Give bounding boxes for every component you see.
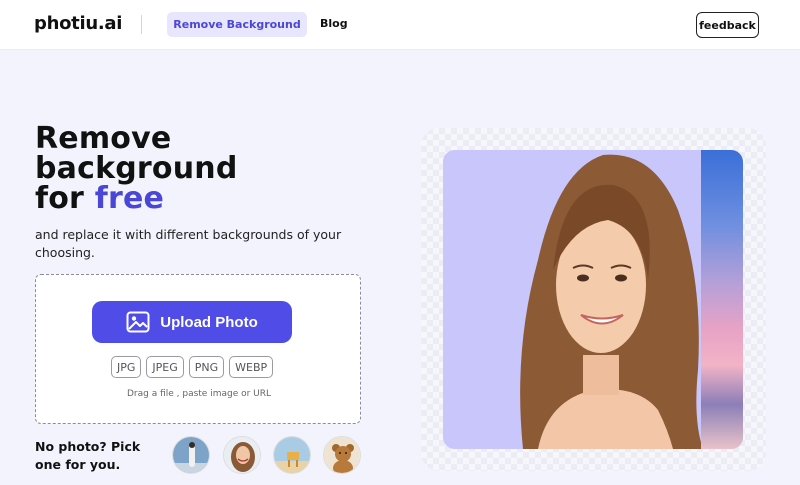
sample-photo-woman[interactable] — [223, 436, 261, 474]
background-preview-strip — [701, 150, 743, 449]
upload-photo-button[interactable]: Upload Photo — [92, 301, 292, 343]
format-list: JPG JPEG PNG WEBP — [111, 356, 274, 378]
title-prefix: for — [35, 181, 95, 216]
upload-button-label: Upload Photo — [160, 313, 258, 331]
image-icon — [126, 311, 150, 333]
format-badge: JPG — [111, 356, 142, 378]
title-line-3: for free — [35, 184, 238, 214]
header-divider — [141, 15, 142, 34]
title-line-1: Remove — [35, 121, 172, 156]
sample-photo-teddy-bear[interactable] — [323, 436, 361, 474]
format-badge: WEBP — [229, 356, 274, 378]
nav-blog[interactable]: Blog — [320, 17, 348, 30]
preview-image — [443, 150, 743, 449]
sample-label: No photo? Pick one for you. — [35, 439, 141, 472]
drag-hint: Drag a file , paste image or URL — [126, 389, 272, 399]
top-header: photiu.ai Remove Background Blog feedbac… — [0, 0, 800, 50]
format-badge: PNG — [188, 356, 225, 378]
nav-remove-background[interactable]: Remove Background — [167, 12, 307, 37]
hero-subtitle: and replace it with different background… — [35, 227, 342, 260]
title-line-2: background — [35, 151, 238, 186]
feedback-button[interactable]: feedback — [696, 12, 759, 38]
logo[interactable]: photiu.ai — [34, 13, 122, 34]
sample-photo-lifeguard-tower[interactable] — [273, 436, 311, 474]
sample-photo-person[interactable] — [172, 436, 210, 474]
format-badge: JPEG — [146, 356, 184, 378]
upload-dropzone[interactable]: Upload Photo JPG JPEG PNG WEBP Drag a fi… — [35, 274, 361, 424]
title-accent: free — [94, 181, 165, 216]
hero-title: Remove background for free — [35, 124, 238, 214]
